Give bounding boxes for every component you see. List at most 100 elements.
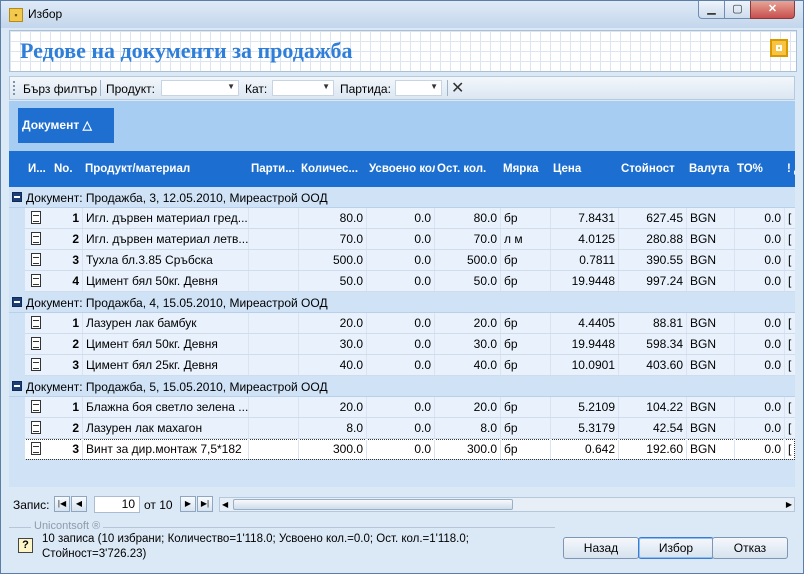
cell-value: 192.60 [619, 439, 687, 459]
collapse-icon[interactable] [12, 297, 22, 307]
cell-batch [249, 271, 299, 291]
next-record-icon[interactable]: ▶ [180, 496, 196, 512]
cell-price: 0.642 [551, 439, 619, 459]
collapse-icon[interactable] [12, 192, 22, 202]
group-indent [9, 397, 25, 418]
cancel-button[interactable]: Отказ [712, 537, 788, 559]
scroll-thumb[interactable] [233, 499, 513, 510]
table-row[interactable]: 1 Блажна боя светло зелена ... 20.0 0.0 20.0… [9, 397, 795, 418]
table-row[interactable]: 1 Лазурен лак бамбук 20.0 0.0 20.0 бр 4.4405 88… [9, 313, 795, 334]
table-row[interactable]: 3 Цимент бял 25кг. Девня 40.0 0.0 40.0 бр 10.0… [9, 355, 795, 376]
cell-currency: BGN [687, 355, 735, 375]
cell-price: 0.7811 [551, 250, 619, 270]
cell-currency: BGN [687, 334, 735, 354]
table-row[interactable]: 2 Игл. дървен материал летв... 70.0 0.0 70.0… [9, 229, 795, 250]
column-header-icon[interactable]: И... [28, 151, 52, 187]
table-row[interactable]: 1 Игл. дървен материал гред... 80.0 0.0 80.0… [9, 208, 795, 229]
help-icon[interactable]: ? [18, 538, 33, 553]
scroll-left-icon[interactable]: ◀ [222, 498, 228, 511]
cell-extra: [ [785, 334, 795, 354]
cell-qty: 8.0 [299, 418, 367, 438]
toolbar-grip-icon[interactable] [13, 81, 18, 95]
cell-currency: BGN [687, 439, 735, 459]
column-header-currency[interactable]: Валута [689, 151, 735, 187]
column-header-product[interactable]: Продукт/материал [85, 151, 249, 187]
cell-currency: BGN [687, 229, 735, 249]
cell-value: 280.88 [619, 229, 687, 249]
column-header-qty[interactable]: Количес... [301, 151, 367, 187]
cell-batch [249, 229, 299, 249]
cell-value: 42.54 [619, 418, 687, 438]
group-by-panel: Документ △ [9, 101, 795, 151]
maximize-button[interactable]: ▢ [724, 1, 751, 19]
cell-to: 0.0 [735, 439, 785, 459]
cell-batch [249, 418, 299, 438]
table-row[interactable]: 2 Цимент бял 50кг. Девня 30.0 0.0 30.0 бр 19.9… [9, 334, 795, 355]
close-button[interactable]: ✕ [750, 1, 795, 19]
cell-extra: [ [785, 355, 795, 375]
minimize-button[interactable]: ▁ [698, 1, 725, 19]
select-button[interactable]: Избор [638, 537, 714, 559]
cell-qty: 40.0 [299, 355, 367, 375]
clear-filter-icon[interactable]: ✕ [451, 78, 464, 98]
title-bar[interactable]: ▪ Избор ▁ ▢ ✕ [1, 1, 803, 28]
cell-no: 1 [52, 313, 83, 333]
cell-value: 627.45 [619, 208, 687, 228]
table-row[interactable]: 3 Тухла бл.3.85 Сръбска 500.0 0.0 500.0 бр 0.7… [9, 250, 795, 271]
group-row[interactable]: Документ: Продажба, 3, 12.05.2010, Миреа… [9, 187, 795, 208]
group-chip-label: Документ [22, 118, 80, 132]
table-row[interactable]: 4 Цимент бял 50кг. Девня 50.0 0.0 50.0 бр 19.9… [9, 271, 795, 292]
cell-extra: [ [785, 397, 795, 417]
product-combo[interactable]: ▼ [161, 80, 239, 96]
last-record-icon[interactable]: ▶| [197, 496, 213, 512]
cat-combo[interactable]: ▼ [272, 80, 334, 96]
column-header-price[interactable]: Цена [553, 151, 619, 187]
chevron-down-icon[interactable]: ▼ [322, 82, 330, 91]
cell-price: 5.2109 [551, 397, 619, 417]
cell-product: Лазурен лак махагон [83, 418, 249, 438]
collapse-icon[interactable] [12, 381, 22, 391]
table-row[interactable]: 3 Винт за дир.монтаж 7,5*182 300.0 0.0 300.0… [9, 439, 795, 460]
cell-unit: бр [501, 439, 551, 459]
horizontal-scrollbar[interactable]: ◀ ▶ [219, 497, 795, 512]
cell-price: 19.9448 [551, 334, 619, 354]
chevron-down-icon[interactable]: ▼ [430, 82, 438, 91]
cell-batch [249, 355, 299, 375]
cell-no: 3 [52, 355, 83, 375]
column-header-extra[interactable]: ! Д [787, 151, 795, 187]
cell-qty: 20.0 [299, 397, 367, 417]
cell-price: 5.3179 [551, 418, 619, 438]
sort-ascending-icon: △ [82, 118, 92, 132]
product-label: Продукт: [106, 82, 155, 96]
column-header-no[interactable]: No. [54, 151, 83, 187]
cell-batch [249, 334, 299, 354]
column-header-batch[interactable]: Парти... [251, 151, 299, 187]
cell-unit: бр [501, 355, 551, 375]
cell-unit: бр [501, 397, 551, 417]
batch-combo[interactable]: ▼ [395, 80, 442, 96]
form-header: Редове на документи за продажба [9, 30, 797, 72]
column-header-unit[interactable]: Мярка [503, 151, 551, 187]
cell-absorbed: 0.0 [367, 229, 435, 249]
group-chip-document[interactable]: Документ △ [18, 108, 114, 143]
document-icon [31, 211, 41, 224]
cell-to: 0.0 [735, 355, 785, 375]
cell-price: 10.0901 [551, 355, 619, 375]
cell-absorbed: 0.0 [367, 397, 435, 417]
record-position-input[interactable]: 10 [94, 496, 140, 513]
document-icon [31, 274, 41, 287]
cell-currency: BGN [687, 250, 735, 270]
column-header-value[interactable]: Стойност [621, 151, 687, 187]
chevron-down-icon[interactable]: ▼ [227, 82, 235, 91]
scroll-right-icon[interactable]: ▶ [786, 498, 792, 511]
group-row[interactable]: Документ: Продажба, 5, 15.05.2010, Миреа… [9, 376, 795, 397]
back-button[interactable]: Назад [563, 537, 639, 559]
cell-rest: 300.0 [435, 439, 501, 459]
group-row[interactable]: Документ: Продажба, 4, 15.05.2010, Миреа… [9, 292, 795, 313]
table-row[interactable]: 2 Лазурен лак махагон 8.0 0.0 8.0 бр 5.3179 42.… [9, 418, 795, 439]
column-header-rest[interactable]: Ост. кол. [437, 151, 501, 187]
column-header-absorbed[interactable]: Усвоено кол. [369, 151, 435, 187]
column-header-to[interactable]: ТО% [737, 151, 785, 187]
first-record-icon[interactable]: |◀ [54, 496, 70, 512]
prev-record-icon[interactable]: ◀ [71, 496, 87, 512]
